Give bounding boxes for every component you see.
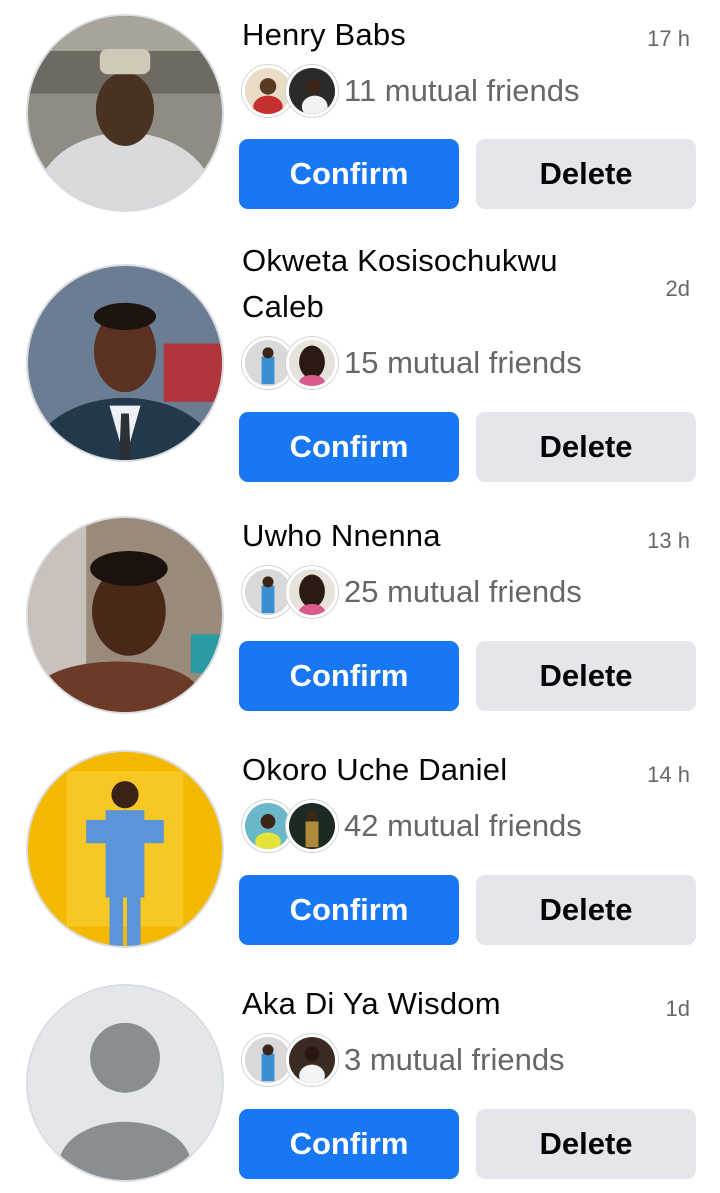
mutual-friends-count: 42 mutual friends [344,808,582,843]
confirm-button[interactable]: Confirm [239,412,459,482]
mutual-friend-avatar [286,1034,338,1086]
mutual-friends-count: 11 mutual friends [344,73,580,108]
requester-name[interactable]: Aka Di Ya Wisdom [242,981,612,1027]
delete-button[interactable]: Delete [476,875,696,945]
friend-request-item: Henry Babs 17 h 11 mutual friends Confir… [0,0,720,232]
delete-button[interactable]: Delete [476,1109,696,1179]
delete-button[interactable]: Delete [476,412,696,482]
delete-button[interactable]: Delete [476,139,696,209]
requester-name[interactable]: Okoro Uche Daniel [242,747,612,793]
confirm-button[interactable]: Confirm [239,1109,459,1179]
confirm-button[interactable]: Confirm [239,641,459,711]
mutual-friend-avatar [286,800,338,852]
requester-name[interactable]: Henry Babs [242,12,612,58]
mutual-friends-row[interactable]: 15 mutual friends [242,336,582,390]
request-time: 2d [665,276,690,301]
request-time: 13 h [647,528,690,553]
mutual-friends-row[interactable]: 3 mutual friends [242,1033,565,1087]
mutual-friends-row[interactable]: 25 mutual friends [242,565,582,619]
mutual-friend-avatar [286,337,338,389]
request-time: 17 h [647,26,690,51]
friend-request-item: Okoro Uche Daniel 14 h 42 mutual friends… [0,738,720,972]
mutual-friends-count: 25 mutual friends [344,574,582,609]
mutual-friends-count: 3 mutual friends [344,1042,565,1077]
mutual-friend-avatar [286,65,338,117]
delete-button[interactable]: Delete [476,641,696,711]
mutual-friends-count: 15 mutual friends [344,345,582,380]
friend-request-item: Aka Di Ya Wisdom 1d 3 mutual friends Con… [0,972,720,1193]
mutual-friends-row[interactable]: 11 mutual friends [242,64,580,118]
mutual-friends-row[interactable]: 42 mutual friends [242,799,582,853]
mutual-friend-avatar [286,566,338,618]
friend-request-item: Okweta Kosisochukwu Caleb 2d 15 mutual f… [0,232,720,504]
friend-request-item: Uwho Nnenna 13 h 25 mutual friends Confi… [0,504,720,738]
request-time: 14 h [647,762,690,787]
requester-name[interactable]: Uwho Nnenna [242,513,612,559]
confirm-button[interactable]: Confirm [239,139,459,209]
requester-name[interactable]: Okweta Kosisochukwu Caleb [242,238,612,330]
request-time: 1d [665,996,690,1021]
confirm-button[interactable]: Confirm [239,875,459,945]
